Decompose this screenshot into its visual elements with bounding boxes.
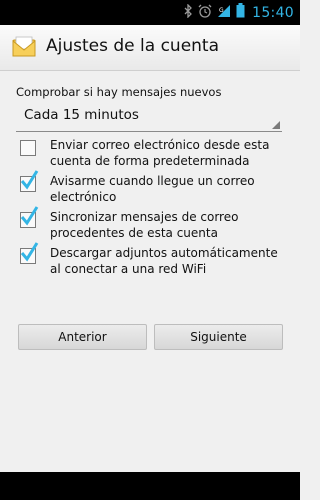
title-bar: Ajustes de la cuenta [0,25,300,71]
option-sync-label: Sincronizar mensajes de correo procedent… [50,210,239,240]
battery-icon [236,3,245,22]
status-bar: G 15:40 [0,0,300,25]
checkmark-icon [20,170,39,190]
previous-button[interactable]: Anterior [18,324,147,350]
checkbox-default-account[interactable] [20,140,36,156]
status-icons: G 15:40 [184,0,294,25]
checkmark-icon [20,242,39,262]
alarm-icon [198,3,212,22]
option-notify-label: Avisarme cuando llegue un correo electró… [50,174,255,204]
check-frequency-spinner[interactable]: Cada 15 minutos [16,105,282,132]
checkmark-icon [20,206,39,226]
navigation-bar [0,472,300,500]
next-button[interactable]: Siguiente [154,324,283,350]
dropdown-arrow-icon [272,121,280,129]
svg-text:G: G [219,7,224,14]
check-frequency-label: Comprobar si hay mensajes nuevos [16,85,222,99]
signal-icon: G [217,3,231,22]
email-app-icon[interactable] [10,33,38,61]
bluetooth-icon [184,3,193,22]
check-frequency-value: Cada 15 minutos [24,107,139,123]
page-title: Ajustes de la cuenta [46,36,220,56]
checkbox-notify[interactable] [20,170,39,192]
settings-content: Comprobar si hay mensajes nuevos Cada 15… [0,71,300,500]
checkbox-sync[interactable] [20,206,39,228]
clock: 15:40 [252,4,294,21]
checkbox-download-attachments[interactable] [20,242,39,264]
option-default-account-label: Enviar correo electrónico desde esta cue… [50,138,270,168]
option-download-attachments-label: Descargar adjuntos automáticamente al co… [50,246,278,276]
